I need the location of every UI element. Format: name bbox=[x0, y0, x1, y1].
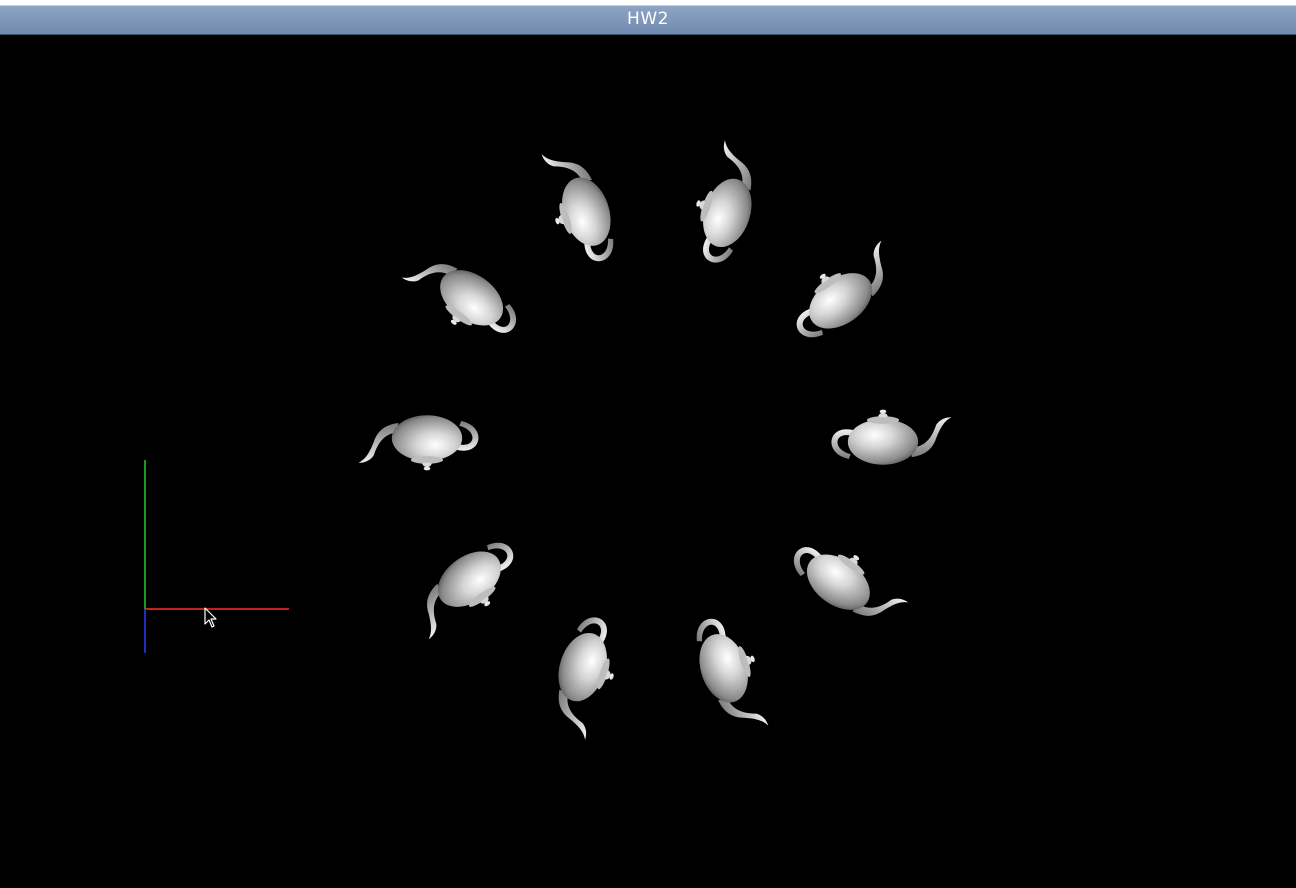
teapot-icon bbox=[400, 530, 531, 646]
teapot-9 bbox=[686, 609, 776, 741]
teapot-icon bbox=[783, 525, 913, 641]
window-titlebar[interactable]: HW2 bbox=[0, 0, 1296, 35]
teapot-icon bbox=[779, 234, 910, 350]
mouse-cursor-icon bbox=[204, 607, 217, 628]
teapot-icon bbox=[686, 609, 776, 741]
teapot-4 bbox=[534, 139, 624, 271]
scene-canvas[interactable] bbox=[0, 35, 1296, 888]
teapot-ring bbox=[358, 137, 952, 743]
teapot-icon bbox=[539, 611, 630, 743]
teapot-8 bbox=[539, 611, 630, 743]
teapot-1 bbox=[831, 409, 952, 465]
gl-viewport[interactable] bbox=[0, 35, 1296, 888]
teapot-10 bbox=[783, 525, 913, 641]
teapot-6 bbox=[358, 415, 479, 471]
teapot-icon bbox=[534, 139, 624, 271]
teapot-icon bbox=[397, 239, 527, 355]
teapot-3 bbox=[680, 137, 771, 269]
teapot-7 bbox=[400, 530, 531, 646]
axes-gizmo bbox=[144, 460, 289, 653]
teapot-icon bbox=[680, 137, 771, 269]
teapot-2 bbox=[779, 234, 910, 350]
teapot-icon bbox=[831, 409, 952, 465]
window-title: HW2 bbox=[627, 9, 669, 29]
teapot-5 bbox=[397, 239, 527, 355]
teapot-icon bbox=[358, 415, 479, 471]
